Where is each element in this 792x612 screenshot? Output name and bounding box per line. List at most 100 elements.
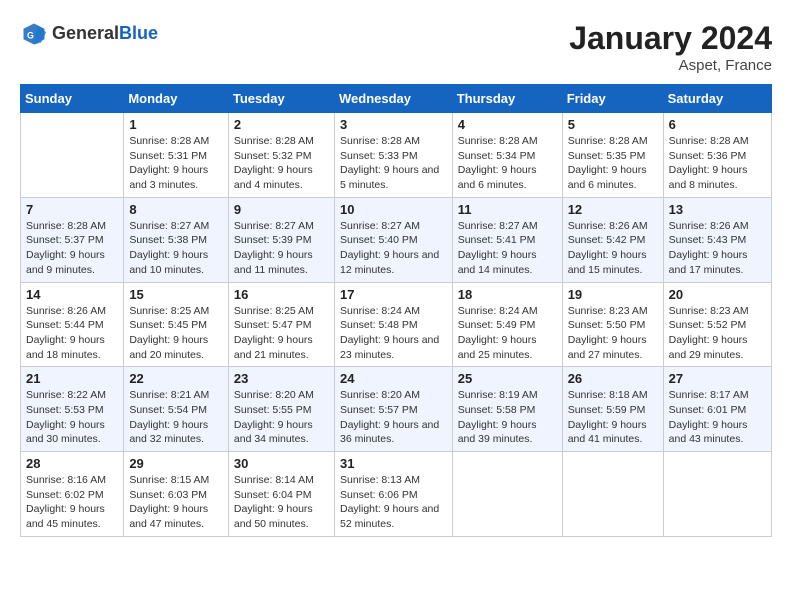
day-number: 25 xyxy=(458,371,557,386)
calendar-cell: 4Sunrise: 8:28 AMSunset: 5:34 PMDaylight… xyxy=(452,113,562,198)
calendar-cell: 3 Sunrise: 8:28 AMSunset: 5:33 PMDaylight… xyxy=(334,113,452,198)
day-info: Sunrise: 8:20 AMSunset: 5:57 PMDaylight:… xyxy=(340,388,447,447)
day-number: 16 xyxy=(234,287,329,302)
calendar-cell: 9 Sunrise: 8:27 AMSunset: 5:39 PMDaylight… xyxy=(228,197,334,282)
day-number: 27 xyxy=(669,371,766,386)
day-number: 17 xyxy=(340,287,447,302)
page-header: G GeneralBlue January 2024 Aspet, France xyxy=(20,20,772,74)
logo-blue: Blue xyxy=(119,24,158,44)
day-info: Sunrise: 8:28 AMSunset: 5:33 PMDaylight:… xyxy=(340,134,447,193)
calendar-cell: 8Sunrise: 8:27 AMSunset: 5:38 PMDaylight… xyxy=(124,197,229,282)
svg-text:G: G xyxy=(27,30,34,40)
header-row: Sunday Monday Tuesday Wednesday Thursday… xyxy=(21,85,772,113)
calendar-cell: 10 Sunrise: 8:27 AMSunset: 5:40 PMDayligh… xyxy=(334,197,452,282)
day-info: Sunrise: 8:21 AMSunset: 5:54 PMDaylight:… xyxy=(129,388,223,447)
day-info: Sunrise: 8:22 AMSunset: 5:53 PMDaylight:… xyxy=(26,388,118,447)
calendar-cell: 17 Sunrise: 8:24 AMSunset: 5:48 PMDayligh… xyxy=(334,282,452,367)
calendar-cell: 7Sunrise: 8:28 AMSunset: 5:37 PMDaylight… xyxy=(21,197,124,282)
calendar-cell: 31Sunrise: 8:13 AMSunset: 6:06 PMDayligh… xyxy=(334,452,452,537)
calendar-week-5: 28Sunrise: 8:16 AMSunset: 6:02 PMDayligh… xyxy=(21,452,772,537)
calendar-cell: 5 Sunrise: 8:28 AMSunset: 5:35 PMDaylight… xyxy=(562,113,663,198)
day-number: 19 xyxy=(568,287,658,302)
day-info: Sunrise: 8:26 AMSunset: 5:42 PMDaylight:… xyxy=(568,219,658,278)
col-monday: Monday xyxy=(124,85,229,113)
calendar-cell: 29 Sunrise: 8:15 AMSunset: 6:03 PMDayligh… xyxy=(124,452,229,537)
calendar-cell: 19Sunrise: 8:23 AMSunset: 5:50 PMDayligh… xyxy=(562,282,663,367)
day-number: 1 xyxy=(129,117,223,132)
calendar-week-1: 1 Sunrise: 8:28 AMSunset: 5:31 PMDaylight… xyxy=(21,113,772,198)
day-number: 23 xyxy=(234,371,329,386)
day-number: 29 xyxy=(129,456,223,471)
col-friday: Friday xyxy=(562,85,663,113)
col-wednesday: Wednesday xyxy=(334,85,452,113)
calendar-cell: 20 Sunrise: 8:23 AMSunset: 5:52 PMDayligh… xyxy=(663,282,771,367)
calendar-cell: 24 Sunrise: 8:20 AMSunset: 5:57 PMDayligh… xyxy=(334,367,452,452)
calendar-cell: 22Sunrise: 8:21 AMSunset: 5:54 PMDayligh… xyxy=(124,367,229,452)
day-info: Sunrise: 8:28 AMSunset: 5:36 PMDaylight:… xyxy=(669,134,766,193)
calendar-cell: 25 Sunrise: 8:19 AMSunset: 5:58 PMDayligh… xyxy=(452,367,562,452)
day-info: Sunrise: 8:14 AMSunset: 6:04 PMDaylight:… xyxy=(234,473,329,532)
day-number: 18 xyxy=(458,287,557,302)
calendar-cell xyxy=(21,113,124,198)
calendar-cell: 1 Sunrise: 8:28 AMSunset: 5:31 PMDaylight… xyxy=(124,113,229,198)
col-sunday: Sunday xyxy=(21,85,124,113)
day-number: 10 xyxy=(340,202,447,217)
col-thursday: Thursday xyxy=(452,85,562,113)
logo-icon: G xyxy=(20,20,48,48)
calendar-cell xyxy=(452,452,562,537)
day-info: Sunrise: 8:19 AMSunset: 5:58 PMDaylight:… xyxy=(458,388,557,447)
calendar-cell: 2 Sunrise: 8:28 AMSunset: 5:32 PMDaylight… xyxy=(228,113,334,198)
day-number: 2 xyxy=(234,117,329,132)
day-info: Sunrise: 8:27 AMSunset: 5:38 PMDaylight:… xyxy=(129,219,223,278)
calendar-cell: 16Sunrise: 8:25 AMSunset: 5:47 PMDayligh… xyxy=(228,282,334,367)
logo-text: GeneralBlue xyxy=(52,24,158,44)
calendar-cell: 18Sunrise: 8:24 AMSunset: 5:49 PMDayligh… xyxy=(452,282,562,367)
calendar-week-2: 7Sunrise: 8:28 AMSunset: 5:37 PMDaylight… xyxy=(21,197,772,282)
day-info: Sunrise: 8:27 AMSunset: 5:39 PMDaylight:… xyxy=(234,219,329,278)
day-number: 26 xyxy=(568,371,658,386)
day-number: 11 xyxy=(458,202,557,217)
col-tuesday: Tuesday xyxy=(228,85,334,113)
day-number: 20 xyxy=(669,287,766,302)
page-subtitle: Aspet, France xyxy=(569,57,772,74)
calendar-cell: 26Sunrise: 8:18 AMSunset: 5:59 PMDayligh… xyxy=(562,367,663,452)
day-info: Sunrise: 8:17 AMSunset: 6:01 PMDaylight:… xyxy=(669,388,766,447)
calendar-cell: 23Sunrise: 8:20 AMSunset: 5:55 PMDayligh… xyxy=(228,367,334,452)
day-info: Sunrise: 8:27 AMSunset: 5:41 PMDaylight:… xyxy=(458,219,557,278)
calendar-cell: 21 Sunrise: 8:22 AMSunset: 5:53 PMDayligh… xyxy=(21,367,124,452)
day-number: 6 xyxy=(669,117,766,132)
day-info: Sunrise: 8:27 AMSunset: 5:40 PMDaylight:… xyxy=(340,219,447,278)
day-info: Sunrise: 8:13 AMSunset: 6:06 PMDaylight:… xyxy=(340,473,447,532)
day-number: 30 xyxy=(234,456,329,471)
day-number: 9 xyxy=(234,202,329,217)
day-number: 5 xyxy=(568,117,658,132)
calendar-table: Sunday Monday Tuesday Wednesday Thursday… xyxy=(20,84,772,537)
calendar-cell: 12Sunrise: 8:26 AMSunset: 5:42 PMDayligh… xyxy=(562,197,663,282)
day-number: 21 xyxy=(26,371,118,386)
calendar-cell: 27 Sunrise: 8:17 AMSunset: 6:01 PMDayligh… xyxy=(663,367,771,452)
day-number: 15 xyxy=(129,287,223,302)
logo-general: General xyxy=(52,24,119,44)
day-number: 28 xyxy=(26,456,118,471)
day-number: 7 xyxy=(26,202,118,217)
calendar-cell: 15 Sunrise: 8:25 AMSunset: 5:45 PMDayligh… xyxy=(124,282,229,367)
day-info: Sunrise: 8:28 AMSunset: 5:35 PMDaylight:… xyxy=(568,134,658,193)
day-info: Sunrise: 8:25 AMSunset: 5:45 PMDaylight:… xyxy=(129,304,223,363)
day-number: 3 xyxy=(340,117,447,132)
day-info: Sunrise: 8:24 AMSunset: 5:48 PMDaylight:… xyxy=(340,304,447,363)
day-info: Sunrise: 8:26 AMSunset: 5:44 PMDaylight:… xyxy=(26,304,118,363)
day-info: Sunrise: 8:28 AMSunset: 5:31 PMDaylight:… xyxy=(129,134,223,193)
day-info: Sunrise: 8:15 AMSunset: 6:03 PMDaylight:… xyxy=(129,473,223,532)
day-number: 14 xyxy=(26,287,118,302)
calendar-cell xyxy=(663,452,771,537)
day-number: 24 xyxy=(340,371,447,386)
day-number: 4 xyxy=(458,117,557,132)
calendar-cell: 13 Sunrise: 8:26 AMSunset: 5:43 PMDayligh… xyxy=(663,197,771,282)
calendar-cell xyxy=(562,452,663,537)
day-info: Sunrise: 8:23 AMSunset: 5:52 PMDaylight:… xyxy=(669,304,766,363)
page-title: January 2024 xyxy=(569,20,772,57)
calendar-week-3: 14 Sunrise: 8:26 AMSunset: 5:44 PMDayligh… xyxy=(21,282,772,367)
day-info: Sunrise: 8:28 AMSunset: 5:32 PMDaylight:… xyxy=(234,134,329,193)
day-info: Sunrise: 8:26 AMSunset: 5:43 PMDaylight:… xyxy=(669,219,766,278)
day-number: 13 xyxy=(669,202,766,217)
